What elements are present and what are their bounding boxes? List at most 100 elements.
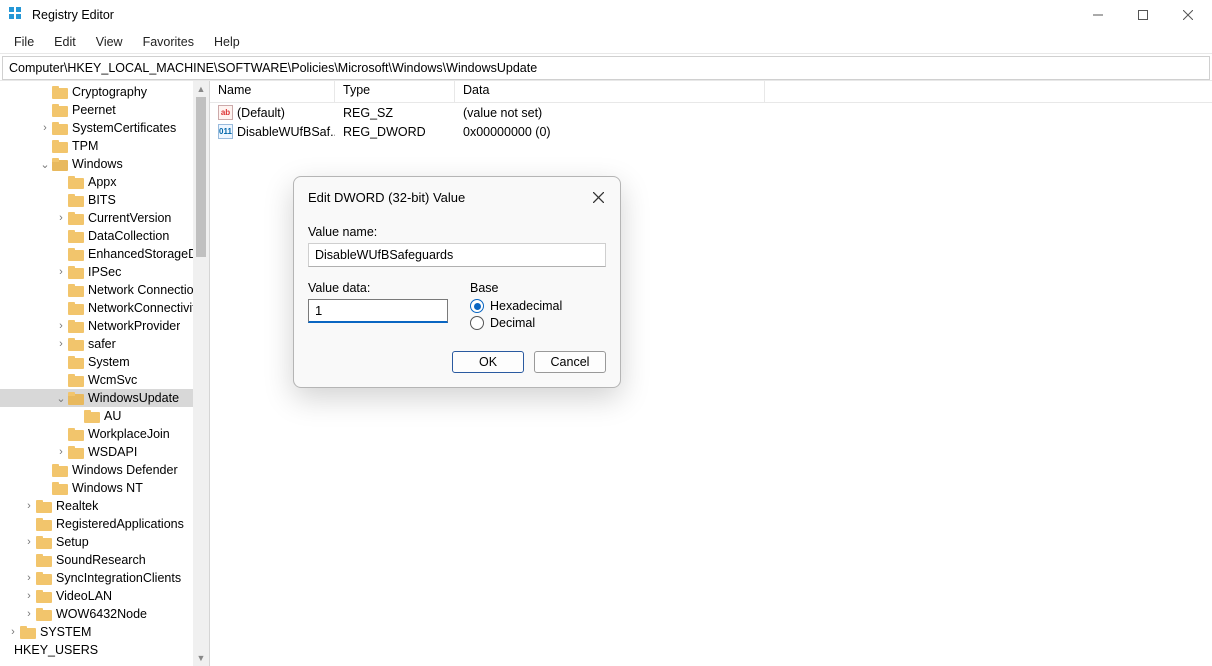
tree-item[interactable]: › Setup bbox=[0, 533, 209, 551]
radio-icon bbox=[470, 299, 484, 313]
value-name-field[interactable]: DisableWUfBSafeguards bbox=[308, 243, 606, 267]
tree-item-label: RegisteredApplications bbox=[56, 517, 184, 531]
tree-item[interactable]: RegisteredApplications bbox=[0, 515, 209, 533]
tree-scrollbar[interactable]: ▲ ▼ bbox=[193, 81, 209, 666]
tree-item-label: WorkplaceJoin bbox=[88, 427, 170, 441]
chevron-right-icon[interactable]: › bbox=[54, 446, 68, 458]
tree-item[interactable]: › SyncIntegrationClients bbox=[0, 569, 209, 587]
tree-item-label: Windows NT bbox=[72, 481, 143, 495]
window-title: Registry Editor bbox=[32, 8, 114, 22]
tree-item[interactable]: ⌄Windows bbox=[0, 155, 209, 173]
chevron-right-icon[interactable]: › bbox=[22, 590, 36, 602]
scroll-thumb[interactable] bbox=[196, 97, 206, 257]
chevron-right-icon[interactable]: › bbox=[22, 572, 36, 584]
minimize-button[interactable] bbox=[1075, 0, 1120, 30]
tree-item[interactable]: WcmSvc bbox=[0, 371, 209, 389]
folder-icon bbox=[52, 104, 68, 117]
menu-edit[interactable]: Edit bbox=[44, 33, 86, 51]
tree-item-label: VideoLAN bbox=[56, 589, 112, 603]
tree-item[interactable]: › WSDAPI bbox=[0, 443, 209, 461]
radio-hexadecimal[interactable]: Hexadecimal bbox=[470, 299, 562, 313]
tree-item[interactable]: ›WOW6432Node bbox=[0, 605, 209, 623]
dialog-close-button[interactable] bbox=[588, 187, 608, 207]
chevron-right-icon[interactable]: › bbox=[54, 320, 68, 332]
tree-item[interactable]: TPM bbox=[0, 137, 209, 155]
tree-item[interactable]: Appx bbox=[0, 173, 209, 191]
folder-icon bbox=[68, 284, 84, 297]
tree-item[interactable]: Network Connections bbox=[0, 281, 209, 299]
folder-icon bbox=[52, 158, 68, 171]
tree-item[interactable]: Windows NT bbox=[0, 479, 209, 497]
chevron-down-icon[interactable]: ⌄ bbox=[38, 158, 52, 171]
menu-view[interactable]: View bbox=[86, 33, 133, 51]
tree-item[interactable]: SoundResearch bbox=[0, 551, 209, 569]
tree-item[interactable]: HKEY_USERS bbox=[0, 641, 209, 659]
tree-item[interactable]: › VideoLAN bbox=[0, 587, 209, 605]
chevron-right-icon[interactable]: › bbox=[54, 266, 68, 278]
folder-icon bbox=[68, 392, 84, 405]
column-name[interactable]: Name bbox=[210, 81, 335, 102]
tree-item[interactable]: EnhancedStorageDevi bbox=[0, 245, 209, 263]
tree-item[interactable]: ⌄WindowsUpdate bbox=[0, 389, 209, 407]
dialog-title: Edit DWORD (32-bit) Value bbox=[308, 190, 465, 205]
tree-item-label: WSDAPI bbox=[88, 445, 137, 459]
close-button[interactable] bbox=[1165, 0, 1210, 30]
tree-item-label: Setup bbox=[56, 535, 89, 549]
tree-item[interactable]: ›NetworkProvider bbox=[0, 317, 209, 335]
maximize-button[interactable] bbox=[1120, 0, 1165, 30]
chevron-right-icon[interactable]: › bbox=[22, 500, 36, 512]
folder-icon bbox=[36, 536, 52, 549]
tree-item[interactable]: DataCollection bbox=[0, 227, 209, 245]
value-data: 0x00000000 (0) bbox=[455, 125, 765, 139]
tree-item[interactable]: System bbox=[0, 353, 209, 371]
tree-item[interactable]: Windows Defender bbox=[0, 461, 209, 479]
chevron-right-icon[interactable]: › bbox=[54, 338, 68, 350]
tree-item[interactable]: Cryptography bbox=[0, 83, 209, 101]
tree-item[interactable]: ›CurrentVersion bbox=[0, 209, 209, 227]
folder-icon bbox=[68, 374, 84, 387]
menu-favorites[interactable]: Favorites bbox=[133, 33, 204, 51]
folder-icon bbox=[36, 608, 52, 621]
menu-file[interactable]: File bbox=[4, 33, 44, 51]
folder-icon bbox=[52, 140, 68, 153]
tree-item[interactable]: ›SystemCertificates bbox=[0, 119, 209, 137]
column-type[interactable]: Type bbox=[335, 81, 455, 102]
tree-item[interactable]: ›IPSec bbox=[0, 263, 209, 281]
ok-button[interactable]: OK bbox=[452, 351, 524, 373]
menu-help[interactable]: Help bbox=[204, 33, 250, 51]
value-data-input[interactable] bbox=[308, 299, 448, 323]
radio-decimal[interactable]: Decimal bbox=[470, 316, 562, 330]
value-data-label: Value data: bbox=[308, 281, 448, 295]
tree-item[interactable]: BITS bbox=[0, 191, 209, 209]
chevron-right-icon[interactable]: › bbox=[38, 122, 52, 134]
tree-item-label: DataCollection bbox=[88, 229, 169, 243]
cancel-button[interactable]: Cancel bbox=[534, 351, 606, 373]
tree-item[interactable]: Peernet bbox=[0, 101, 209, 119]
column-data[interactable]: Data bbox=[455, 81, 765, 102]
scroll-up-icon[interactable]: ▲ bbox=[193, 81, 209, 97]
tree-item-label: TPM bbox=[72, 139, 98, 153]
chevron-right-icon[interactable]: › bbox=[22, 536, 36, 548]
chevron-right-icon[interactable]: › bbox=[22, 608, 36, 620]
tree-item-label: BITS bbox=[88, 193, 116, 207]
chevron-down-icon[interactable]: ⌄ bbox=[54, 392, 68, 405]
value-name-label: Value name: bbox=[308, 225, 606, 239]
address-bar[interactable]: Computer\HKEY_LOCAL_MACHINE\SOFTWARE\Pol… bbox=[2, 56, 1210, 80]
tree-item[interactable]: ›safer bbox=[0, 335, 209, 353]
tree-item-label: AU bbox=[104, 409, 121, 423]
folder-icon bbox=[52, 122, 68, 135]
tree-item-label: SyncIntegrationClients bbox=[56, 571, 181, 585]
registry-value-row[interactable]: ab(Default)REG_SZ(value not set) bbox=[210, 103, 1212, 122]
tree-item[interactable]: ›SYSTEM bbox=[0, 623, 209, 641]
chevron-right-icon[interactable]: › bbox=[6, 626, 20, 638]
tree-item[interactable]: NetworkConnectivityS bbox=[0, 299, 209, 317]
registry-value-row[interactable]: 011DisableWUfBSaf...REG_DWORD0x00000000 … bbox=[210, 122, 1212, 141]
scroll-down-icon[interactable]: ▼ bbox=[193, 650, 209, 666]
tree-item[interactable]: ›Realtek bbox=[0, 497, 209, 515]
tree-item[interactable]: AU bbox=[0, 407, 209, 425]
close-icon bbox=[593, 192, 604, 203]
tree-item[interactable]: WorkplaceJoin bbox=[0, 425, 209, 443]
tree-item-label: Cryptography bbox=[72, 85, 147, 99]
chevron-right-icon[interactable]: › bbox=[54, 212, 68, 224]
folder-icon bbox=[36, 500, 52, 513]
